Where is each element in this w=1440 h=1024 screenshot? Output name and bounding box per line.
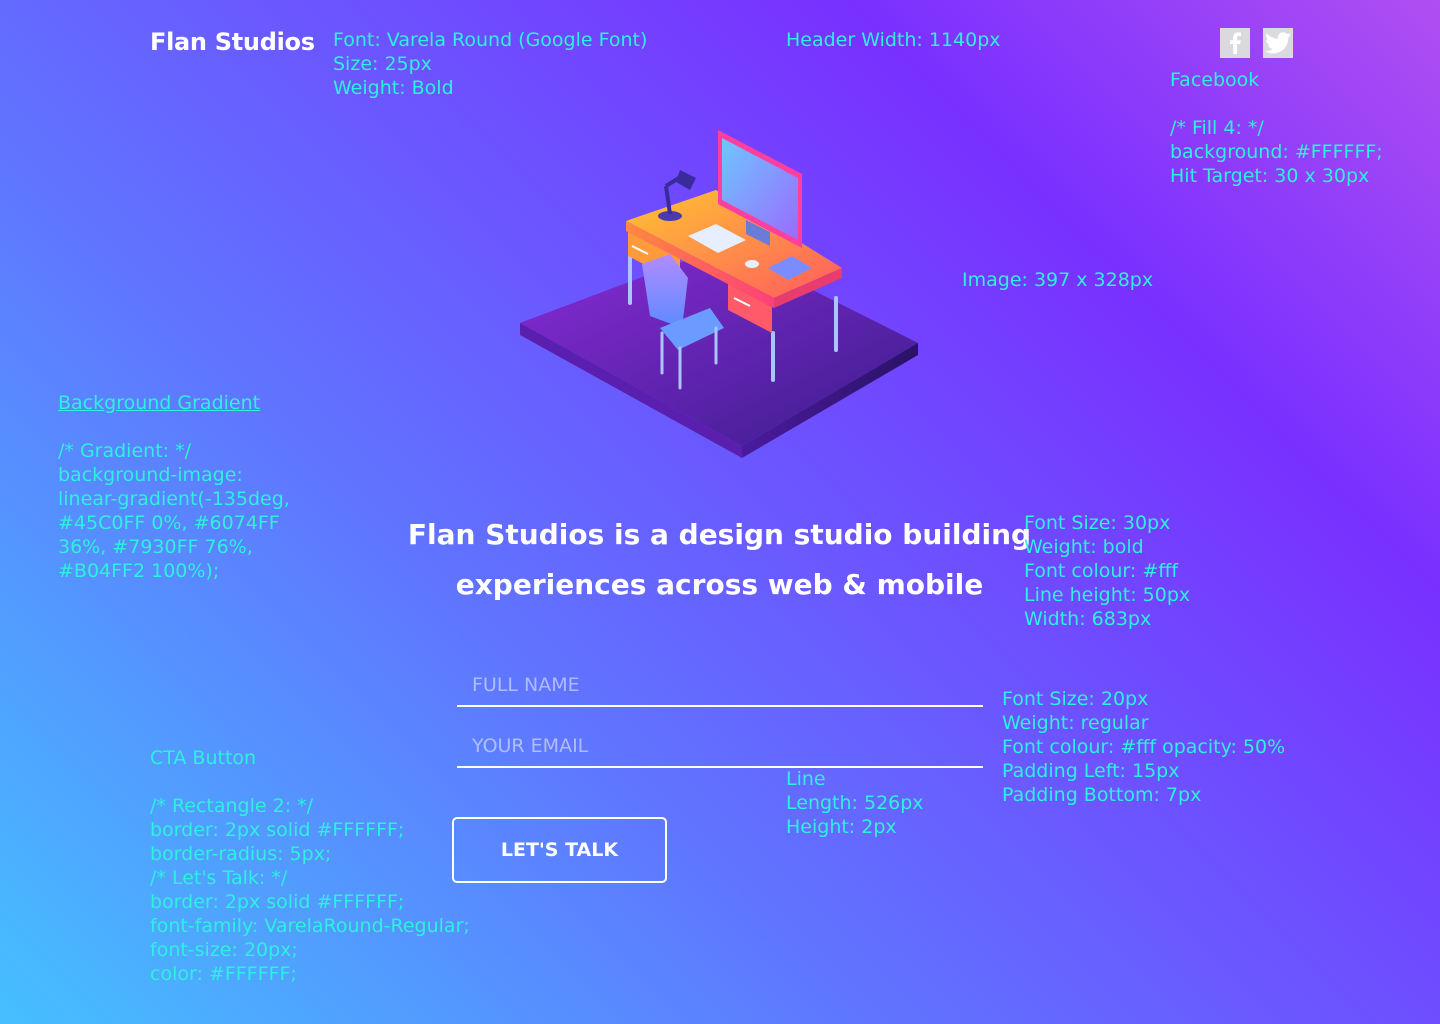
- input-annotation: Font Size: 20px Weight: regular Font col…: [1002, 688, 1286, 806]
- facebook-annotation-body: /* Fill 4: */ background: #FFFFFF; Hit T…: [1170, 117, 1383, 187]
- header-width-annotation: Header Width: 1140px: [786, 29, 1001, 51]
- logo[interactable]: Flan Studios: [150, 28, 315, 56]
- facebook-annotation-title: Facebook: [1170, 69, 1260, 91]
- email-input[interactable]: [457, 731, 983, 767]
- full-name-underline: [457, 705, 983, 707]
- background-annotation-body: /* Gradient: */ background-image: linear…: [58, 440, 290, 582]
- cta-annotation-body: /* Rectangle 2: */ border: 2px solid #FF…: [150, 795, 470, 985]
- line-annotation: Line Length: 526px Height: 2px: [786, 768, 924, 838]
- logo-font-annotation: Font: Varela Round (Google Font) Size: 2…: [333, 29, 648, 99]
- background-annotation-title: Background Gradient: [58, 392, 261, 414]
- facebook-link[interactable]: [1220, 28, 1250, 58]
- facebook-icon: [1230, 32, 1241, 54]
- desk-illustration: [520, 130, 918, 458]
- lets-talk-button[interactable]: LET'S TALK: [452, 817, 667, 883]
- headline-annotation: Font Size: 30px Weight: bold Font colour…: [1024, 512, 1191, 630]
- image-annotation: Image: 397 x 328px: [962, 269, 1154, 291]
- hero-headline: Flan Studios is a design studio building…: [407, 518, 1032, 601]
- cta-annotation-title: CTA Button: [150, 747, 257, 769]
- twitter-link[interactable]: [1263, 28, 1293, 58]
- full-name-input[interactable]: [457, 670, 983, 706]
- twitter-icon: [1265, 32, 1291, 54]
